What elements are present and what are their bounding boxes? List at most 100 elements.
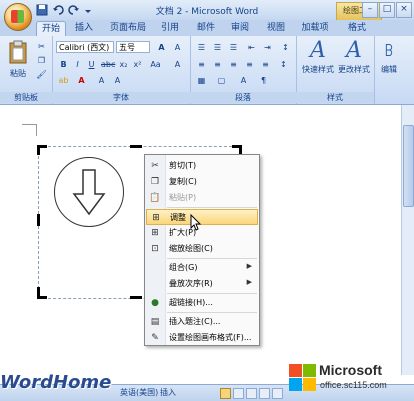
tab-insert[interactable]: 插入: [70, 21, 98, 35]
view-buttons: [220, 388, 283, 399]
print-layout-view-icon[interactable]: [220, 388, 231, 399]
sort-icon[interactable]: ↕: [278, 41, 293, 55]
menu-item-fit[interactable]: ⊞ 调整: [146, 209, 258, 225]
tab-addins[interactable]: 加载项: [298, 21, 332, 35]
bullets-icon[interactable]: ☰: [194, 41, 209, 55]
context-menu: ✂ 剪切(T) ❐ 复制(C) 📋 粘贴(P) ⊞ 调整 ⊞ 扩大(P) ⊡ 缩…: [144, 154, 260, 346]
menu-item-group[interactable]: 组合(G) ▶: [146, 260, 258, 276]
editing-button[interactable]: ꕗ 编辑: [376, 38, 402, 75]
font-color-icon[interactable]: A: [74, 74, 89, 88]
menu-item-cut[interactable]: ✂ 剪切(T): [146, 158, 258, 174]
menu-item-label: 复制(C): [169, 177, 197, 186]
menu-item-paste[interactable]: 📋 粘贴(P): [146, 190, 258, 206]
cut-icon[interactable]: ✂: [34, 40, 49, 54]
tab-mailings[interactable]: 邮件: [192, 21, 220, 35]
show-marks-icon[interactable]: ¶: [256, 74, 271, 88]
bold-icon[interactable]: B: [56, 58, 71, 72]
styles-group: A 快速样式 A 更改样式 样式: [296, 36, 375, 104]
site-watermark: office.sc115.com: [320, 380, 387, 390]
chinese-layout-icon[interactable]: A: [236, 74, 251, 88]
multilevel-list-icon[interactable]: ☰: [226, 41, 241, 55]
tab-review[interactable]: 审阅: [226, 21, 254, 35]
microsoft-watermark: Microsoft: [319, 362, 382, 378]
minimize-button[interactable]: –: [362, 2, 378, 18]
clear-format-icon[interactable]: Aa: [148, 58, 163, 72]
tab-format[interactable]: 格式: [342, 21, 372, 35]
scrollbar-thumb[interactable]: [403, 125, 414, 207]
format-painter-icon[interactable]: 🖌: [34, 68, 49, 82]
justify-icon[interactable]: ≡: [242, 58, 257, 72]
font-size-combo[interactable]: 五号: [116, 41, 150, 53]
superscript-icon[interactable]: x²: [130, 58, 145, 72]
change-styles-button[interactable]: A 更改样式: [336, 38, 372, 75]
menu-item-hyperlink[interactable]: ● 超链接(H)...: [146, 295, 258, 311]
maximize-button[interactable]: □: [379, 2, 395, 18]
font-name-combo[interactable]: Calibri (西文): [56, 41, 114, 53]
align-right-icon[interactable]: ≡: [226, 58, 241, 72]
vertical-scrollbar[interactable]: [401, 105, 414, 375]
down-arrow-icon: [72, 169, 106, 216]
distributed-icon[interactable]: ≡: [258, 58, 273, 72]
insert-mode-indicator[interactable]: 插入: [160, 387, 176, 398]
char-shading-icon[interactable]: A: [94, 74, 109, 88]
canvas-handle[interactable]: [37, 145, 40, 155]
decrease-indent-icon[interactable]: ⇤: [244, 41, 259, 55]
strikethrough-icon[interactable]: abc: [100, 58, 115, 72]
web-view-icon[interactable]: [246, 388, 257, 399]
tab-view[interactable]: 视图: [262, 21, 290, 35]
canvas-handle[interactable]: [37, 296, 47, 299]
paste-button[interactable]: 粘贴: [6, 40, 30, 79]
menu-separator: [167, 312, 257, 313]
draft-view-icon[interactable]: [272, 388, 283, 399]
menu-item-label: 剪切(T): [169, 161, 197, 170]
office-button[interactable]: [4, 3, 32, 31]
hyperlink-icon: ●: [151, 298, 159, 308]
expand-icon: ⊞: [151, 228, 159, 238]
italic-icon[interactable]: I: [70, 58, 85, 72]
format-canvas-icon: ✎: [151, 333, 159, 343]
shrink-font-icon[interactable]: A: [170, 41, 185, 55]
paste-icon: [9, 40, 27, 64]
quick-styles-button[interactable]: A 快速样式: [300, 38, 336, 75]
canvas-handle[interactable]: [130, 145, 142, 148]
menu-item-label: 调整: [170, 213, 186, 222]
menu-item-expand[interactable]: ⊞ 扩大(P): [146, 225, 258, 241]
menu-item-scale-drawing[interactable]: ⊡ 缩放绘图(C): [146, 241, 258, 257]
subscript-icon[interactable]: x₂: [116, 58, 131, 72]
borders-icon[interactable]: ▢: [214, 74, 229, 88]
char-border-icon[interactable]: A: [110, 74, 125, 88]
full-screen-view-icon[interactable]: [233, 388, 244, 399]
grow-font-icon[interactable]: A: [154, 41, 169, 55]
menu-item-label: 超链接(H)...: [169, 298, 213, 307]
language-indicator[interactable]: 英语(美国): [120, 387, 158, 398]
menu-item-copy[interactable]: ❐ 复制(C): [146, 174, 258, 190]
shading-icon[interactable]: ▦: [194, 74, 209, 88]
numbering-icon[interactable]: ☰: [210, 41, 225, 55]
align-left-icon[interactable]: ≡: [194, 58, 209, 72]
close-button[interactable]: ×: [396, 2, 412, 18]
increase-indent-icon[interactable]: ⇥: [260, 41, 275, 55]
font-group: Calibri (西文) 五号 A A B I U abc x₂ x² Aa A…: [52, 36, 191, 104]
line-spacing-icon[interactable]: ↕: [276, 58, 291, 72]
paragraph-group-label: 段落: [190, 92, 296, 103]
menu-item-format-canvas[interactable]: ✎ 设置绘图画布格式(F)...: [146, 330, 258, 346]
font-group-label: 字体: [52, 92, 190, 103]
align-center-icon[interactable]: ≡: [210, 58, 225, 72]
copy-icon[interactable]: ❐: [34, 54, 49, 68]
tab-page-layout[interactable]: 页面布局: [106, 21, 150, 35]
outline-view-icon[interactable]: [259, 388, 270, 399]
underline-icon[interactable]: U: [84, 58, 99, 72]
canvas-handle[interactable]: [130, 296, 142, 299]
text-effect-icon[interactable]: A: [170, 58, 185, 72]
tab-references[interactable]: 引用: [156, 21, 184, 35]
tab-home[interactable]: 开始: [36, 21, 66, 36]
canvas-handle[interactable]: [37, 214, 40, 226]
menu-item-label: 插入题注(C)...: [169, 317, 221, 326]
menu-item-insert-caption[interactable]: ▤ 插入题注(C)...: [146, 314, 258, 330]
paste-label: 粘贴: [10, 69, 26, 78]
menu-item-label: 设置绘图画布格式(F)...: [169, 333, 252, 342]
menu-item-label: 缩放绘图(C): [169, 244, 213, 253]
highlight-icon[interactable]: ab: [56, 74, 71, 88]
microsoft-logo-icon: [289, 364, 317, 392]
menu-item-order[interactable]: 叠放次序(R) ▶: [146, 276, 258, 292]
